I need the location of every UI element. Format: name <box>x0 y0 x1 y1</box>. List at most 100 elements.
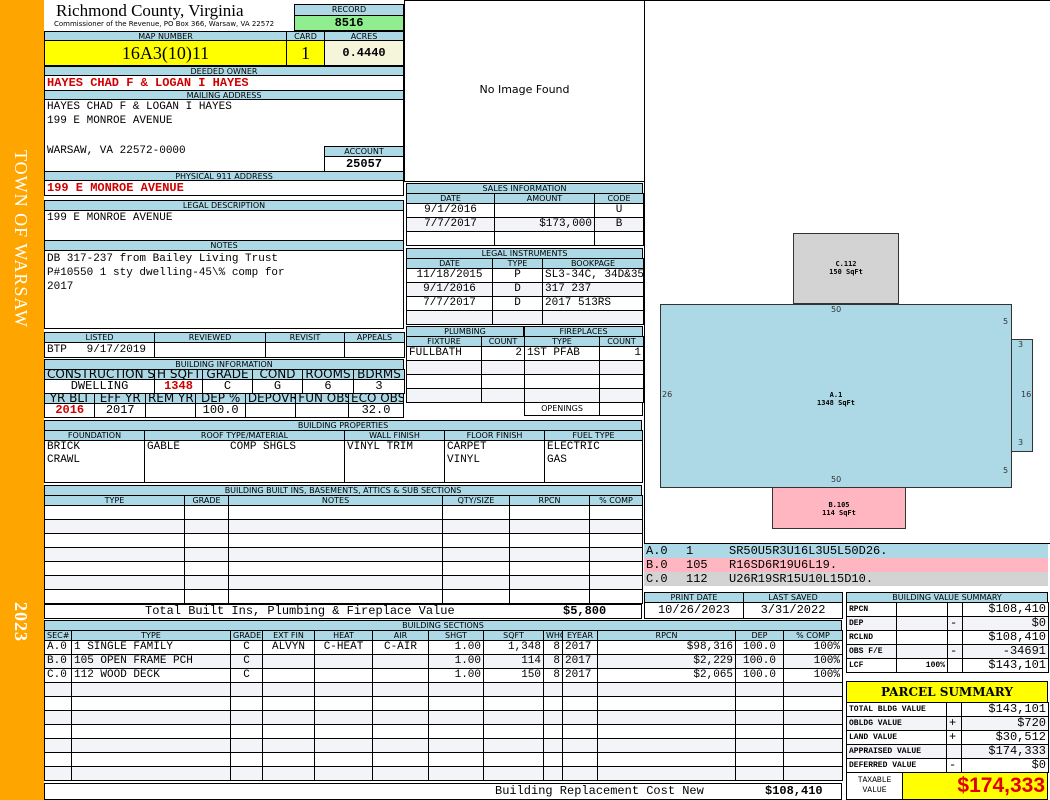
table-cell <box>44 710 72 725</box>
table-cell <box>594 231 644 246</box>
dimension-label: 26 <box>662 390 673 399</box>
table-cell <box>44 766 72 781</box>
table-row: A.0 1 SINGLE FAMILY C ALVYN C-HEAT C-AIR 1.00 1… <box>44 640 843 655</box>
table-cell <box>524 388 600 403</box>
column-header: BOOKPAGE <box>542 258 644 269</box>
table-row: 1ST PFAB 1 <box>524 346 644 361</box>
header-row: FIXTURE COUNT <box>406 336 525 347</box>
table-cell: C-AIR <box>372 640 429 655</box>
table-cell <box>735 696 784 711</box>
sketch-area-a: A.1 1348 SqFt <box>660 304 1012 488</box>
table-cell <box>896 602 948 617</box>
table-cell <box>735 752 784 767</box>
legal-instruments-table: DATE TYPE BOOKPAGE 11/18/2015 P SL3-34C, 34D&… <box>406 258 644 325</box>
table-row: LAND VALUE + $30,512 <box>846 730 1049 745</box>
county-title: Richmond County, Virginia <box>56 1 244 20</box>
table-cell <box>184 547 229 562</box>
table-cell <box>428 710 484 725</box>
table-cell: $0 <box>961 758 1049 773</box>
column-header: TYPE <box>492 258 543 269</box>
table-cell <box>483 766 544 781</box>
table-cell: 2017 <box>562 654 598 669</box>
table-cell <box>442 575 510 590</box>
table-cell <box>314 710 373 725</box>
table-cell: 100.0 <box>735 668 784 683</box>
table-cell <box>44 561 185 576</box>
table-row <box>44 766 843 781</box>
table-cell: RPCN <box>846 602 897 617</box>
table-cell: FULLBATH <box>406 346 482 361</box>
table-cell: 7/7/2017 <box>406 296 493 311</box>
table-row: DEP - $0 <box>846 616 1049 631</box>
table-cell <box>947 630 963 645</box>
taxable-value: $174,333 <box>902 772 1048 800</box>
floor-finish-item: CARPET <box>447 441 487 454</box>
building-info-value: 3 <box>353 379 405 394</box>
table-cell <box>509 505 590 520</box>
revisit-value <box>265 342 345 358</box>
building-info-value: 2016 <box>43 403 96 418</box>
table-cell: 9/1/2016 <box>406 282 493 297</box>
foundation-value: BRICK CRAWL <box>44 440 145 483</box>
building-info-header: CONSTRUCTION STYLE <box>44 369 155 380</box>
table-cell <box>228 519 443 534</box>
wall-finish-item: VINYL TRIM <box>347 441 414 454</box>
table-cell: + <box>946 716 962 731</box>
table-cell: 7/7/2017 <box>406 217 495 232</box>
table-cell: $720 <box>961 716 1049 731</box>
table-cell <box>262 654 315 669</box>
table-cell: C-HEAT <box>314 640 373 655</box>
table-cell: C <box>230 640 263 655</box>
taxable-value-label: TAXABLE VALUE <box>846 772 903 800</box>
acres-value: 0.4440 <box>324 40 404 66</box>
plumbing-table: FIXTURE COUNT FULLBATH 2 <box>406 336 525 403</box>
print-date-label: PRINT DATE <box>644 592 744 603</box>
replacement-cost-row: Building Replacement Cost New $108,410 <box>44 783 842 800</box>
table-cell <box>228 533 443 548</box>
table-cell <box>543 682 563 697</box>
floor-finish-value: CARPET VINYL <box>444 440 545 483</box>
building-info-value: 1348 <box>154 379 203 394</box>
table-cell: 2 <box>481 346 525 361</box>
table-cell <box>71 724 231 739</box>
table-cell: 317 237 <box>542 282 644 297</box>
table-cell <box>44 575 185 590</box>
wall-finish-header: WALL FINISH <box>344 430 445 441</box>
deeded-owner: HAYES CHAD F & LOGAN I HAYES <box>44 75 404 91</box>
table-cell <box>589 561 643 576</box>
table-row <box>524 360 644 375</box>
table-cell: P <box>492 268 543 283</box>
building-info-header: GRADE <box>202 369 253 380</box>
table-cell <box>406 310 493 325</box>
table-cell <box>589 533 643 548</box>
table-cell <box>262 738 315 753</box>
table-cell <box>71 766 231 781</box>
parcel-summary-table: TOTAL BLDG VALUE $143,101 OBLDG VALUE + $720… <box>846 702 1049 773</box>
building-info-value: 32.0 <box>348 403 404 418</box>
building-info-value <box>295 403 350 418</box>
table-cell: $143,101 <box>961 702 1049 717</box>
table-cell <box>184 561 229 576</box>
table-cell <box>483 738 544 753</box>
table-cell: $98,316 <box>597 640 736 655</box>
table-cell <box>262 668 315 683</box>
table-cell: D <box>492 296 543 311</box>
fuel-type-item: ELECTRIC <box>547 441 600 454</box>
legend-code: 112 <box>686 572 708 586</box>
building-info-header: EFF YR <box>94 393 146 404</box>
table-cell <box>562 766 598 781</box>
listed-value: BTP 9/17/2019 <box>44 342 155 358</box>
table-row <box>44 561 643 576</box>
table-cell <box>44 505 185 520</box>
table-row <box>44 682 843 697</box>
table-cell <box>314 766 373 781</box>
built-ins-total-row: Total Built Ins, Plumbing & Fireplace Va… <box>44 604 642 619</box>
column-header: DATE <box>406 258 493 269</box>
legal-description: 199 E MONROE AVENUE <box>44 210 404 241</box>
physical-address: 199 E MONROE AVENUE <box>44 180 404 196</box>
table-cell <box>562 752 598 767</box>
table-cell <box>597 682 736 697</box>
table-cell <box>483 724 544 739</box>
column-header: SEC# <box>44 630 72 641</box>
legend-section: C.0 <box>646 572 668 586</box>
